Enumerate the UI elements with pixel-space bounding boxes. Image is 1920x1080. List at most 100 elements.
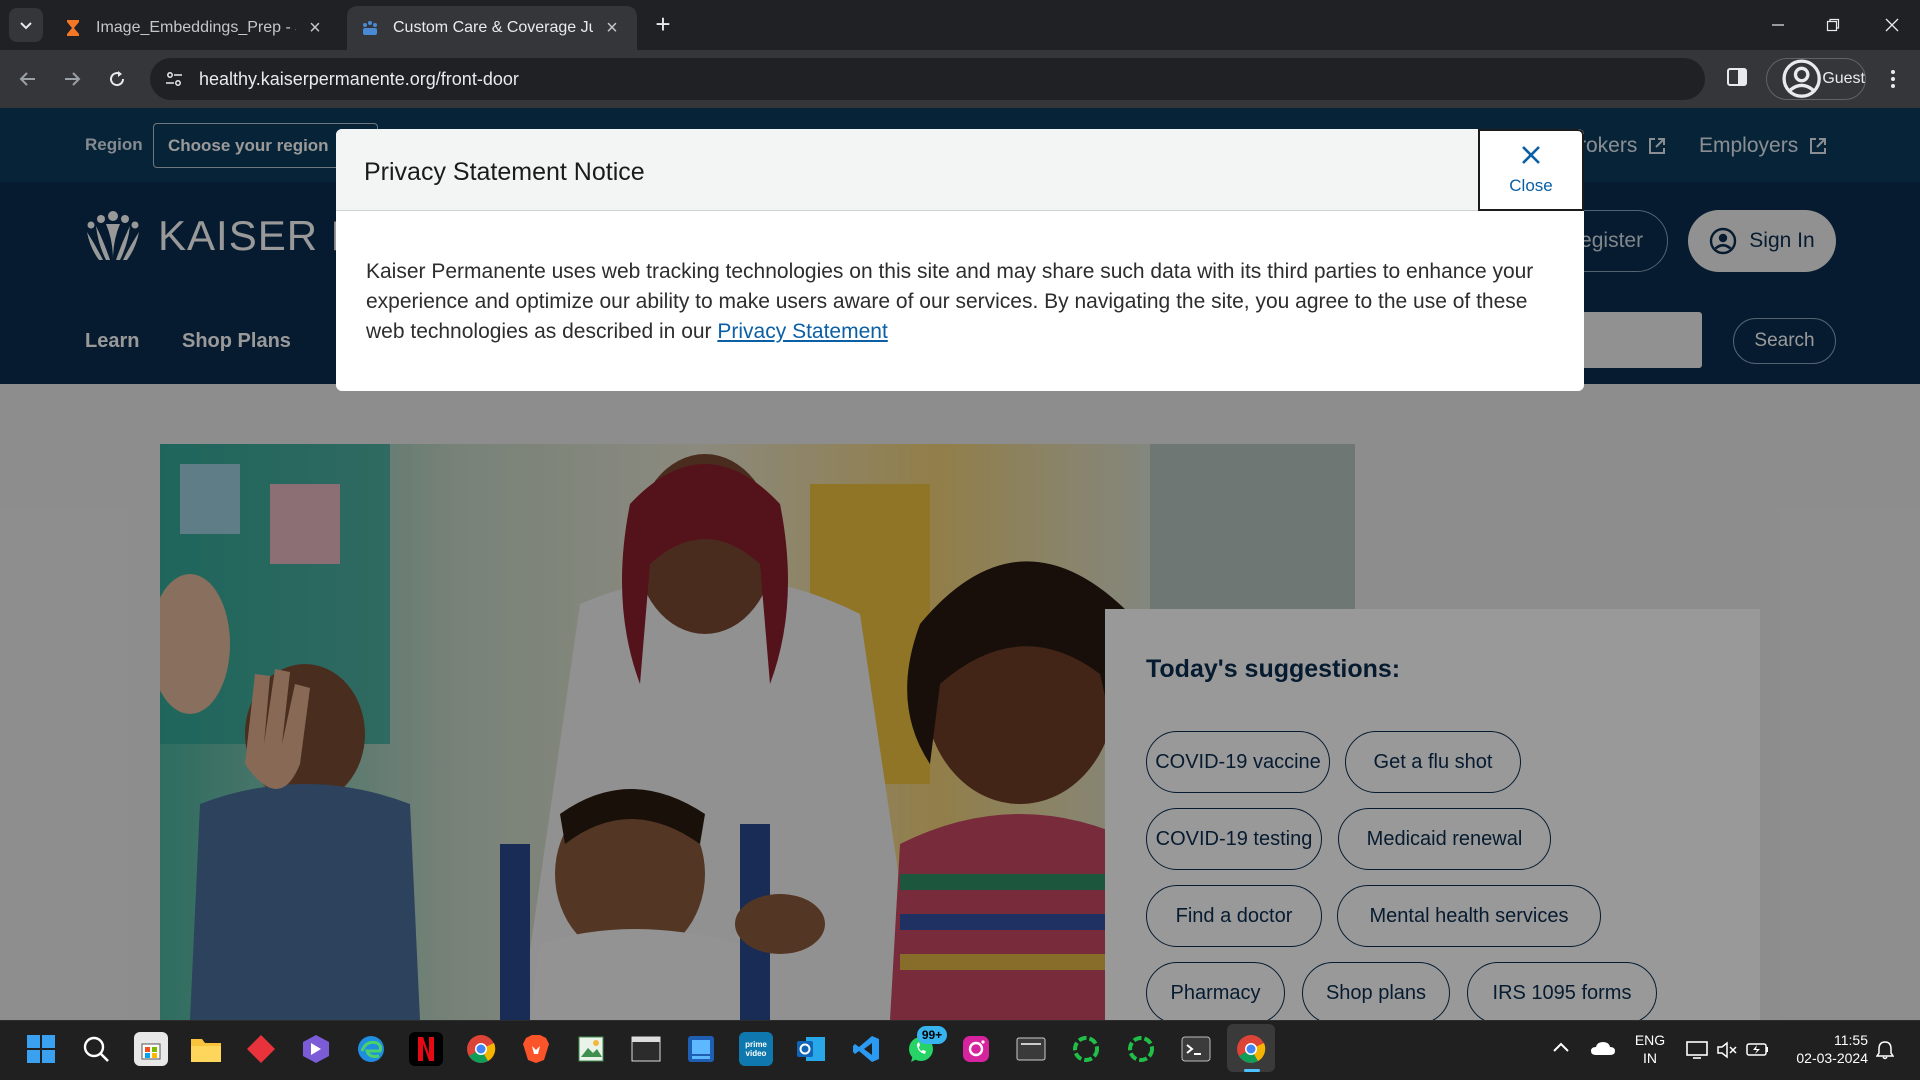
clock-time: 11:55: [1834, 1032, 1868, 1048]
loading-app-icon-1[interactable]: [1069, 1032, 1103, 1066]
file-explorer-icon[interactable]: [189, 1032, 223, 1066]
arrow-left-icon: [19, 72, 35, 86]
side-panel-icon: [1727, 68, 1747, 86]
clock[interactable]: 11:55 02-03-2024: [1782, 1031, 1868, 1067]
tray-overflow-button[interactable]: [1552, 1040, 1572, 1056]
side-panel-button[interactable]: [1726, 66, 1752, 92]
chrome-logo-icon: [1237, 1035, 1266, 1063]
window-close-button[interactable]: [1872, 10, 1912, 40]
netflix-icon[interactable]: [409, 1032, 443, 1066]
grid-app-icon: [688, 1036, 714, 1062]
vscode-logo-icon: [853, 1036, 879, 1062]
search-icon: [83, 1036, 109, 1062]
modal-title: Privacy Statement Notice: [364, 158, 645, 186]
ring-icon: [1073, 1036, 1099, 1062]
close-icon: [1522, 146, 1540, 164]
app-purple-hex-icon[interactable]: [299, 1032, 333, 1066]
language-line2: IN: [1643, 1050, 1657, 1066]
app-red-diamond-icon[interactable]: [244, 1032, 278, 1066]
tab-close-icon[interactable]: ×: [304, 17, 326, 40]
brave-lion-icon: [523, 1035, 549, 1063]
vscode-icon[interactable]: [849, 1032, 883, 1066]
instagram-icon[interactable]: [959, 1032, 993, 1066]
forward-button[interactable]: [56, 63, 88, 95]
new-tab-button[interactable]: +: [650, 11, 676, 38]
app-window-icon[interactable]: [1014, 1032, 1048, 1066]
tab-search-button[interactable]: [9, 8, 43, 42]
modal-header: Privacy Statement Notice: [336, 129, 1584, 211]
restore-button[interactable]: [1813, 10, 1853, 40]
network-status[interactable]: [1686, 1040, 1708, 1060]
battery-charging-icon: [1746, 1043, 1768, 1056]
edge-icon: [358, 1036, 384, 1062]
tab-kaiser[interactable]: Custom Care & Coverage Just For You ×: [347, 6, 637, 50]
volume-status[interactable]: [1716, 1040, 1738, 1060]
reload-icon: [110, 71, 125, 87]
user-circle-icon: [1782, 59, 1821, 99]
terminal-icon: [1181, 1036, 1211, 1062]
tab-title: Image_Embeddings_Prep - Jupyter: [96, 19, 296, 36]
tab-close-icon[interactable]: ×: [601, 17, 623, 40]
outlook-logo-icon: [797, 1037, 825, 1061]
language-indicator[interactable]: ENG IN: [1630, 1031, 1670, 1067]
cloud-icon: [1591, 1042, 1615, 1055]
chevron-up-icon: [1553, 1042, 1569, 1052]
loading-app-icon-2[interactable]: [1124, 1032, 1158, 1066]
svg-text:video: video: [746, 1049, 767, 1058]
app-frame-icon: [1016, 1037, 1046, 1061]
outlook-icon[interactable]: [794, 1032, 828, 1066]
onedrive-button[interactable]: [1590, 1040, 1616, 1058]
reload-button[interactable]: [101, 63, 133, 95]
clock-date: 02-03-2024: [1796, 1050, 1868, 1066]
ring-icon: [1128, 1036, 1154, 1062]
brave-browser-icon[interactable]: [519, 1032, 553, 1066]
hourglass-icon: [67, 20, 79, 36]
app-blue-squares-icon[interactable]: [684, 1032, 718, 1066]
minimize-icon: [1772, 24, 1784, 26]
edge-browser-icon[interactable]: [354, 1032, 388, 1066]
windows-terminal-icon[interactable]: [1179, 1032, 1213, 1066]
notifications-button[interactable]: [1875, 1040, 1896, 1060]
image-viewer-icon[interactable]: [574, 1032, 608, 1066]
site-info-icon[interactable]: [163, 68, 185, 90]
chrome-active-icon[interactable]: [1234, 1032, 1268, 1066]
netflix-n-icon: [418, 1037, 434, 1061]
profile-label: Guest: [1822, 70, 1865, 87]
terminal-window-icon[interactable]: [629, 1032, 663, 1066]
store-bag-icon: [141, 1043, 161, 1060]
privacy-modal: Privacy Statement Notice Close Kaiser Pe…: [336, 129, 1584, 391]
more-vert-icon: [1891, 70, 1895, 88]
address-bar[interactable]: healthy.kaiserpermanente.org/front-door: [150, 58, 1705, 100]
close-icon: [1885, 18, 1899, 32]
modal-close-label: Close: [1509, 176, 1553, 195]
kaiser-favicon-icon: [363, 21, 377, 35]
profile-button[interactable]: Guest: [1766, 58, 1866, 100]
image-icon: [578, 1036, 604, 1062]
tune-icon: [166, 72, 182, 86]
privacy-statement-link[interactable]: Privacy Statement: [717, 320, 887, 343]
browser-menu-button[interactable]: [1880, 66, 1906, 92]
microsoft-store-icon[interactable]: [134, 1032, 168, 1066]
chrome-logo-icon: [467, 1035, 496, 1063]
prime-video-icon[interactable]: prime video: [739, 1032, 773, 1066]
back-button[interactable]: [12, 63, 44, 95]
modal-close-button[interactable]: Close: [1478, 129, 1584, 211]
speaker-muted-icon: [1717, 1041, 1737, 1059]
folder-icon: [191, 1039, 221, 1062]
chrome-icon[interactable]: [464, 1032, 498, 1066]
chevron-down-icon: [20, 22, 32, 30]
minimize-button[interactable]: [1758, 10, 1798, 40]
web-page: Region Choose your region Brokers Employ…: [0, 108, 1920, 1020]
svg-text:prime: prime: [745, 1040, 767, 1049]
tab-jupyter[interactable]: Image_Embeddings_Prep - Jupyter ×: [50, 6, 340, 50]
restore-icon: [1826, 18, 1840, 32]
modal-body-text: Kaiser Permanente uses web tracking tech…: [366, 260, 1534, 343]
windows-logo-icon: [27, 1035, 55, 1063]
active-indicator: [1244, 1069, 1260, 1072]
taskbar-search-button[interactable]: [79, 1032, 113, 1066]
network-monitor-icon: [1686, 1041, 1708, 1059]
modal-body: Kaiser Permanente uses web tracking tech…: [366, 257, 1556, 347]
start-button[interactable]: [24, 1032, 58, 1066]
whatsapp-badge: 99+: [917, 1026, 947, 1044]
battery-status[interactable]: [1746, 1040, 1770, 1060]
